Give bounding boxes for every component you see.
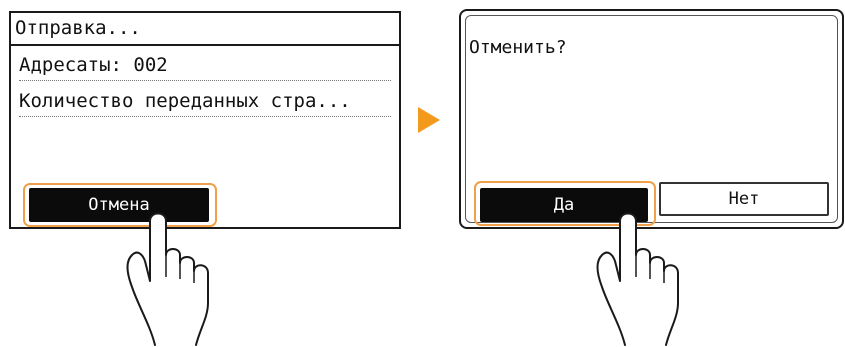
screen-title: Отправка... (11, 13, 399, 46)
tapping-hand-icon (126, 212, 209, 346)
confirm-question: Отменить? (469, 37, 567, 58)
recipients-count: Адресаты: 002 (19, 50, 391, 81)
tapping-hand-icon (596, 212, 679, 346)
pages-sent-count: Количество переданных стра... (19, 86, 391, 117)
next-step-arrow-icon (418, 107, 440, 133)
